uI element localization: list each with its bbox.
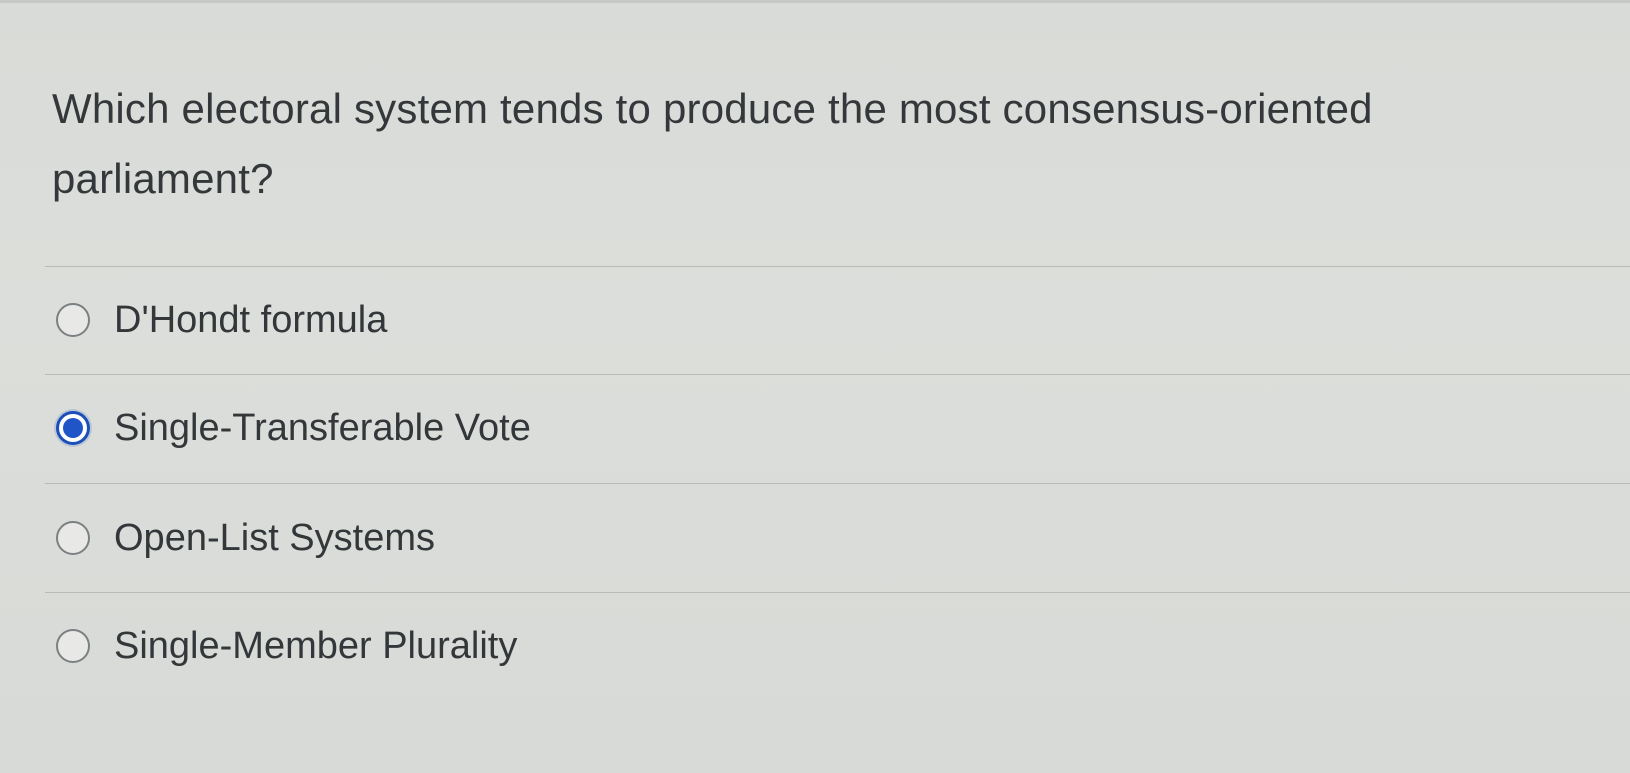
radio-unchecked-icon[interactable]: [56, 629, 90, 663]
answer-label: Single-Transferable Vote: [114, 406, 531, 449]
radio-unchecked-icon[interactable]: [56, 303, 90, 337]
answer-option-single-transferable-vote[interactable]: Single-Transferable Vote: [56, 400, 956, 456]
radio-checked-icon[interactable]: [56, 411, 90, 445]
quiz-question-card: Which electoral system tends to produce …: [0, 0, 1630, 773]
answer-list: D'Hondt formula Single-Transferable Vote…: [0, 0, 1630, 773]
answer-label: Single-Member Plurality: [114, 624, 518, 667]
answer-option-open-list-systems[interactable]: Open-List Systems: [56, 510, 956, 566]
answer-option-dhondt[interactable]: D'Hondt formula: [56, 292, 956, 348]
divider: [45, 483, 1630, 484]
divider: [45, 374, 1630, 375]
answer-label: Open-List Systems: [114, 516, 435, 559]
answer-label: D'Hondt formula: [114, 298, 388, 341]
divider: [45, 592, 1630, 593]
radio-unchecked-icon[interactable]: [56, 521, 90, 555]
radio-dot-icon: [63, 418, 83, 438]
answer-option-single-member-plurality[interactable]: Single-Member Plurality: [56, 618, 956, 674]
